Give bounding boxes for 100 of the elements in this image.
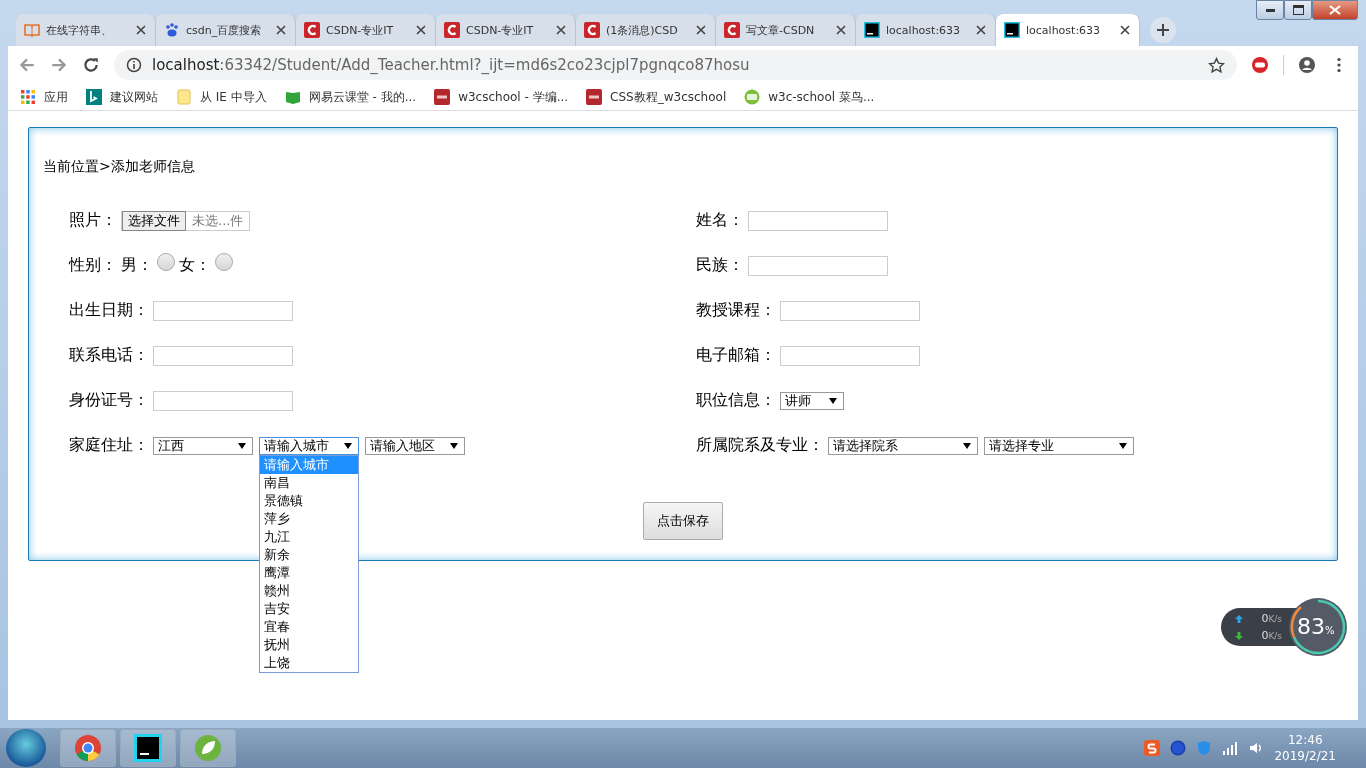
close-icon[interactable] (1119, 24, 1131, 36)
breadcrumb: 当前位置>添加老师信息 (43, 158, 196, 176)
input-field[interactable] (153, 345, 293, 366)
input-field[interactable] (780, 345, 920, 366)
ide-logo-icon (1004, 22, 1020, 38)
dropdown-option[interactable]: 九江 (260, 527, 358, 546)
dropdown[interactable]: 讲师 (780, 391, 844, 410)
browser-tab[interactable]: localhost:633 (856, 14, 996, 46)
c-logo-icon (584, 22, 600, 38)
dropdown-option[interactable]: 赣州 (260, 581, 358, 600)
profile-icon[interactable] (1298, 56, 1316, 74)
close-button[interactable] (1312, 0, 1358, 20)
browser-tab[interactable]: 在线字符串、 (16, 14, 156, 46)
field-label: 姓名： (696, 210, 744, 231)
close-icon[interactable] (835, 24, 847, 36)
dropdown[interactable]: 请输入城市 (259, 436, 359, 455)
caret-icon (1119, 442, 1127, 449)
c-logo-icon (724, 22, 740, 38)
bookmark-item[interactable]: 网易云课堂 - 我的... (284, 88, 417, 106)
clock-date: 2019/2/21 (1274, 748, 1336, 764)
field-label: 电子邮箱： (696, 345, 776, 366)
radio-button[interactable] (215, 252, 233, 271)
radio-button[interactable] (157, 252, 175, 271)
input-field[interactable] (748, 210, 888, 231)
plus-icon (1156, 23, 1170, 37)
tab-title: localhost:633 (1026, 23, 1102, 37)
tab-title: (1条消息)CSD (606, 22, 679, 38)
browser-tab[interactable]: (1条消息)CSD (576, 14, 716, 46)
browser-tab[interactable]: csdn_百度搜索 (156, 14, 296, 46)
star-icon[interactable] (1208, 56, 1225, 74)
percent-value: 83% (1297, 614, 1335, 639)
reload-icon[interactable] (82, 56, 100, 74)
dropdown-option[interactable]: 南昌 (260, 473, 358, 492)
file-input[interactable]: 选择文件 未选...件 (121, 210, 251, 231)
signal-bars-icon[interactable] (1222, 740, 1239, 756)
dropdown-option[interactable]: 新余 (260, 545, 358, 564)
taskbar-app[interactable] (120, 729, 176, 767)
save-button[interactable]: 点击保存 (643, 502, 723, 540)
book-icon (24, 22, 40, 38)
dropdown-option[interactable]: 鹰潭 (260, 563, 358, 582)
url-text: localhost:63342/Student/Add_Teacher.html?_ijt=md6s2co23cjpl7pgnqco87hosu (152, 56, 751, 74)
tab-title: csdn_百度搜索 (186, 22, 263, 38)
new-tab-button[interactable] (1150, 17, 1176, 43)
bookmark-item[interactable]: w3c-school 菜鸟... (744, 88, 875, 106)
close-icon[interactable] (415, 24, 427, 36)
input-field[interactable] (780, 300, 920, 321)
clock-time: 12:46 (1287, 732, 1323, 748)
caret-icon (344, 442, 352, 449)
dropdown[interactable]: 请输入地区 (365, 436, 465, 455)
tab-title: 在线字符串、 (46, 22, 113, 38)
minimize-button[interactable] (1256, 0, 1284, 20)
dropdown-option[interactable]: 抚州 (260, 635, 358, 654)
address-bar[interactable]: localhost:63342/Student/Add_Teacher.html?_ijt=md6s2co23cjpl7pgnqco87hosu (114, 50, 1237, 80)
dropdown-option[interactable]: 宜春 (260, 617, 358, 636)
back-icon[interactable] (18, 56, 36, 74)
dropdown[interactable]: 江西 (153, 436, 253, 455)
close-icon[interactable] (555, 24, 567, 36)
leaf-logo-icon (194, 734, 222, 762)
browser-tab[interactable]: CSDN-专业IT (296, 14, 436, 46)
dropdown[interactable]: 请选择专业 (984, 436, 1134, 455)
close-icon[interactable] (695, 24, 707, 36)
bookmark-item[interactable]: 从 IE 中导入 (176, 88, 267, 106)
speed-value: 0K/s (1261, 629, 1282, 642)
input-method-icon[interactable] (1144, 740, 1161, 756)
close-icon[interactable] (135, 24, 147, 36)
apps-grid-icon (20, 89, 36, 105)
close-icon[interactable] (275, 24, 287, 36)
upload-arrow-icon (1235, 614, 1244, 623)
close-icon[interactable] (975, 24, 987, 36)
input-field[interactable] (748, 255, 888, 276)
bookmark-item[interactable]: 建议网站 (86, 88, 158, 106)
start-button[interactable] (6, 729, 46, 767)
bookmark-item[interactable]: 应用 (20, 88, 68, 106)
dropdown-option[interactable]: 上饶 (260, 653, 358, 672)
bookmark-item[interactable]: CSS教程_w3cschool (586, 88, 727, 106)
dropdown[interactable]: 请选择院系 (828, 436, 978, 455)
bookmark-item[interactable]: w3cschool - 学编... (434, 88, 569, 106)
download-arrow-icon (1235, 631, 1244, 640)
maximize-button[interactable] (1284, 0, 1312, 20)
browser-tab[interactable]: localhost:633 (996, 14, 1140, 46)
input-field[interactable] (153, 390, 293, 411)
browser-tab[interactable]: 写文章-CSDN (716, 14, 856, 46)
browser-tab[interactable]: CSDN-专业IT (436, 14, 576, 46)
w3c-logo-icon (586, 89, 603, 105)
dropdown-option[interactable]: 景德镇 (260, 491, 358, 510)
input-field[interactable] (153, 300, 293, 321)
speed-value: 0K/s (1261, 612, 1282, 625)
forward-icon[interactable] (50, 56, 68, 74)
field-label: 职位信息： (696, 390, 776, 411)
info-icon (126, 57, 142, 73)
caret-icon (963, 442, 971, 449)
c-logo-icon (304, 22, 320, 38)
ide-logo-icon (134, 734, 162, 762)
b-logo-icon (86, 89, 102, 105)
dropdown-option[interactable]: 吉安 (260, 599, 358, 618)
page-icon (176, 89, 192, 105)
dropdown-option[interactable]: 萍乡 (260, 509, 358, 528)
option-label: 女： (179, 255, 211, 276)
tab-title: 写文章-CSDN (746, 22, 816, 38)
field-label: 联系电话： (69, 345, 149, 366)
